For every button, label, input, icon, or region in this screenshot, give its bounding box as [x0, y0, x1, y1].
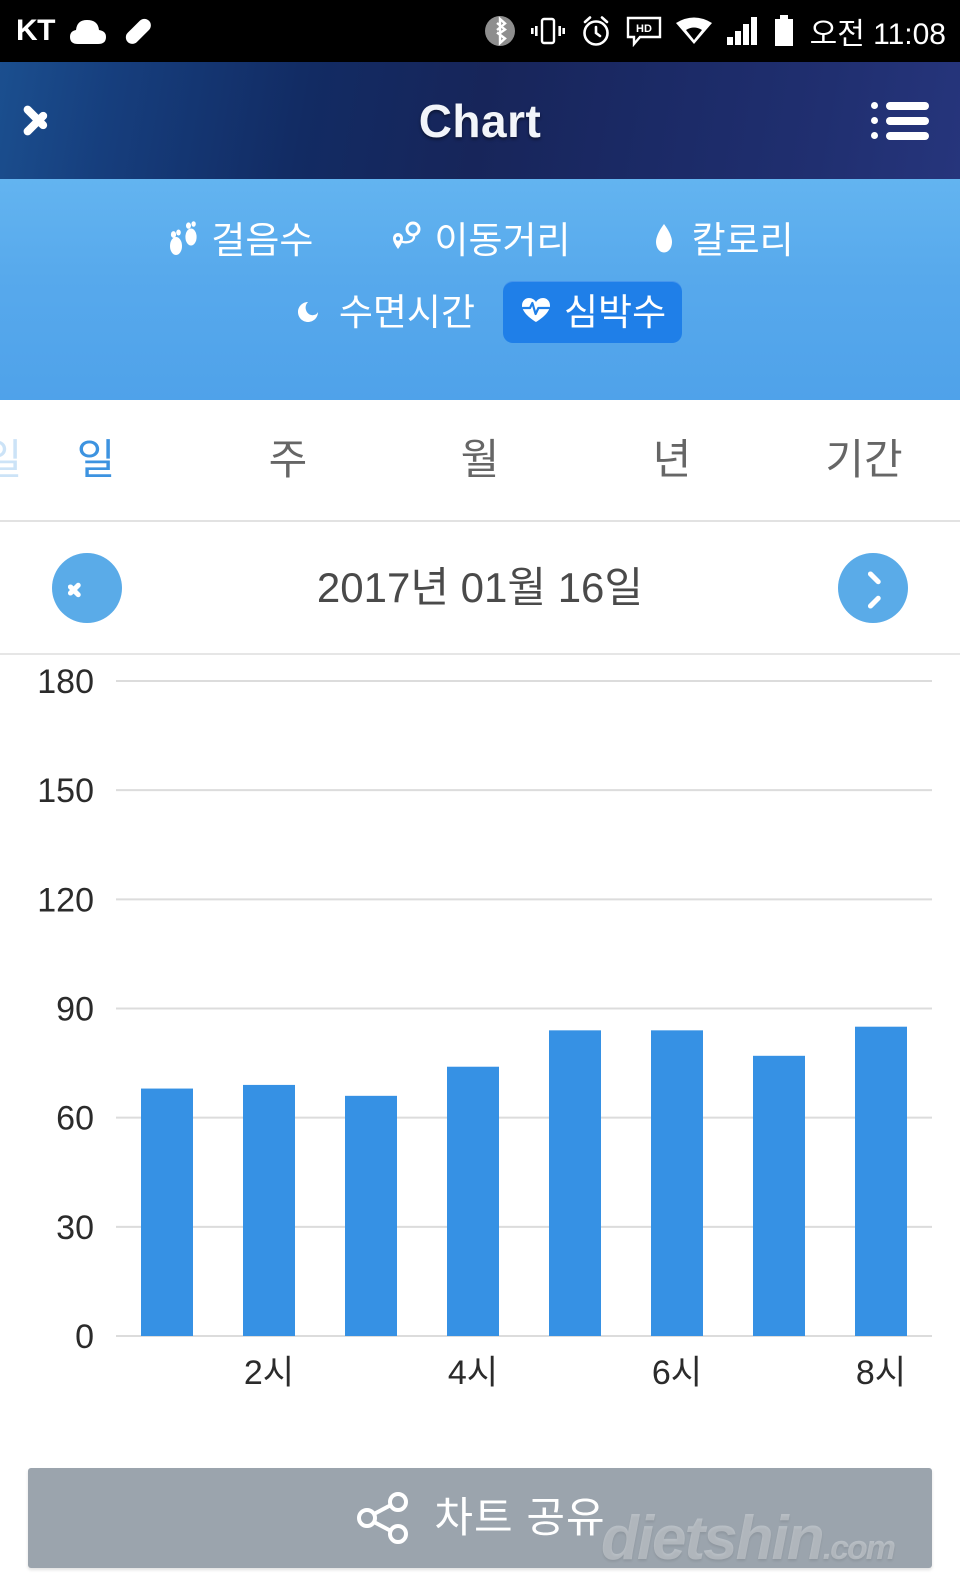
x-axis-tick-label: 4시 — [448, 1354, 498, 1392]
alarm-icon — [582, 16, 609, 46]
status-bar-left: KT — [0, 14, 155, 48]
metric-tab-sleep[interactable]: 수면시간 — [278, 281, 491, 343]
metric-tab-steps[interactable]: 걸음수 — [150, 209, 329, 271]
metric-tab-distance[interactable]: 이동거리 — [373, 209, 586, 271]
chart-bar[interactable] — [447, 1066, 499, 1336]
share-nodes-icon — [357, 1492, 409, 1544]
y-axis-tick-label: 120 — [37, 881, 94, 919]
carrier-label: KT — [16, 14, 56, 47]
chart-bar[interactable] — [141, 1088, 193, 1336]
x-axis-tick-label: 8시 — [856, 1354, 906, 1392]
x-axis-tick-label: 6시 — [652, 1354, 702, 1392]
date-navigator: 2017년 01월 16일 — [0, 522, 960, 655]
metric-label: 칼로리 — [691, 219, 794, 261]
share-chart-label: 차트 공유 — [434, 1494, 606, 1541]
watermark-text: dietshin — [600, 1504, 825, 1573]
chart-bar[interactable] — [855, 1026, 907, 1336]
watermark-suffix: .com — [822, 1529, 896, 1567]
vibrate-icon — [530, 17, 565, 45]
metric-tab-heartrate[interactable]: 심박수 — [503, 281, 683, 343]
clock-label: 오전 11:08 — [809, 18, 946, 51]
footprints-icon — [170, 221, 197, 255]
pill-icon — [125, 18, 151, 44]
app-root: KT HD 오전 11:08 Chart 걸음수 이동거리 칼로리 수면시간 심… — [0, 0, 960, 1594]
chart-bar[interactable] — [549, 1030, 601, 1336]
chevron-left-icon — [80, 575, 94, 601]
chart-bar[interactable] — [753, 1055, 805, 1336]
status-bar-right: HD 오전 11:08 — [483, 9, 960, 53]
period-tab-range[interactable]: 기간 — [768, 439, 960, 481]
metric-tab-calories[interactable]: 칼로리 — [631, 209, 810, 271]
previous-date-button[interactable] — [52, 552, 122, 623]
heart-pulse-icon — [521, 298, 551, 322]
y-axis-tick-label: 180 — [37, 663, 94, 701]
period-tab-year[interactable]: 년 — [576, 439, 768, 481]
metric-label: 걸음수 — [211, 219, 314, 261]
dietshin-watermark: dietshin.com — [601, 1508, 896, 1570]
period-tab-week[interactable]: 주 — [192, 439, 384, 481]
y-axis-tick-label: 60 — [56, 1100, 94, 1138]
y-axis-tick-label: 90 — [56, 991, 94, 1029]
route-pin-icon — [393, 221, 421, 249]
period-tab-month[interactable]: 월 — [384, 439, 576, 481]
battery-icon — [774, 15, 793, 46]
metric-selector: 걸음수 이동거리 칼로리 수면시간 심박수 — [0, 179, 960, 400]
period-tabs: 일 일 주 월 년 기간 — [0, 400, 960, 522]
chevron-right-icon — [866, 575, 880, 601]
wifi-icon — [675, 17, 712, 44]
chart-bar[interactable] — [345, 1095, 397, 1336]
moon-icon — [297, 302, 318, 322]
y-axis-tick-label: 30 — [56, 1209, 94, 1247]
period-tab-partial[interactable]: 일 — [0, 424, 40, 496]
y-axis-tick-label: 150 — [37, 772, 94, 810]
share-chart-button[interactable]: 차트 공유 dietshin.com — [28, 1468, 932, 1570]
y-axis-tick-label: 0 — [75, 1318, 94, 1356]
next-date-button[interactable] — [838, 552, 908, 623]
signal-icon — [726, 17, 757, 45]
metric-row-top: 걸음수 이동거리 칼로리 — [0, 209, 960, 271]
page-title: Chart — [418, 94, 542, 147]
cloud-icon — [70, 20, 106, 44]
metric-label: 이동거리 — [434, 219, 571, 261]
chart-bar[interactable] — [651, 1030, 703, 1336]
flame-icon — [655, 224, 672, 253]
svg-text:HD: HD — [636, 23, 652, 35]
chart-bar[interactable] — [243, 1084, 295, 1336]
hd-message-icon: HD — [626, 16, 661, 47]
metric-row-bottom: 수면시간 심박수 — [0, 281, 960, 343]
share-section: 차트 공유 dietshin.com — [0, 1420, 960, 1594]
metric-label: 심박수 — [564, 291, 667, 333]
current-date-label: 2017년 01월 16일 — [316, 563, 644, 611]
app-header: Chart — [0, 62, 960, 179]
chart-canvas: 0 30 60 90 120 150 180 2시 4시 6시 8시 — [37, 663, 932, 1392]
bluetooth-icon — [484, 16, 515, 46]
status-bar: KT HD 오전 11:08 — [0, 0, 960, 62]
heart-rate-bar-chart: 0 30 60 90 120 150 180 2시 4시 6시 8시 — [0, 655, 960, 1594]
metric-label: 수면시간 — [338, 291, 476, 333]
x-axis-tick-label: 2시 — [244, 1354, 294, 1392]
